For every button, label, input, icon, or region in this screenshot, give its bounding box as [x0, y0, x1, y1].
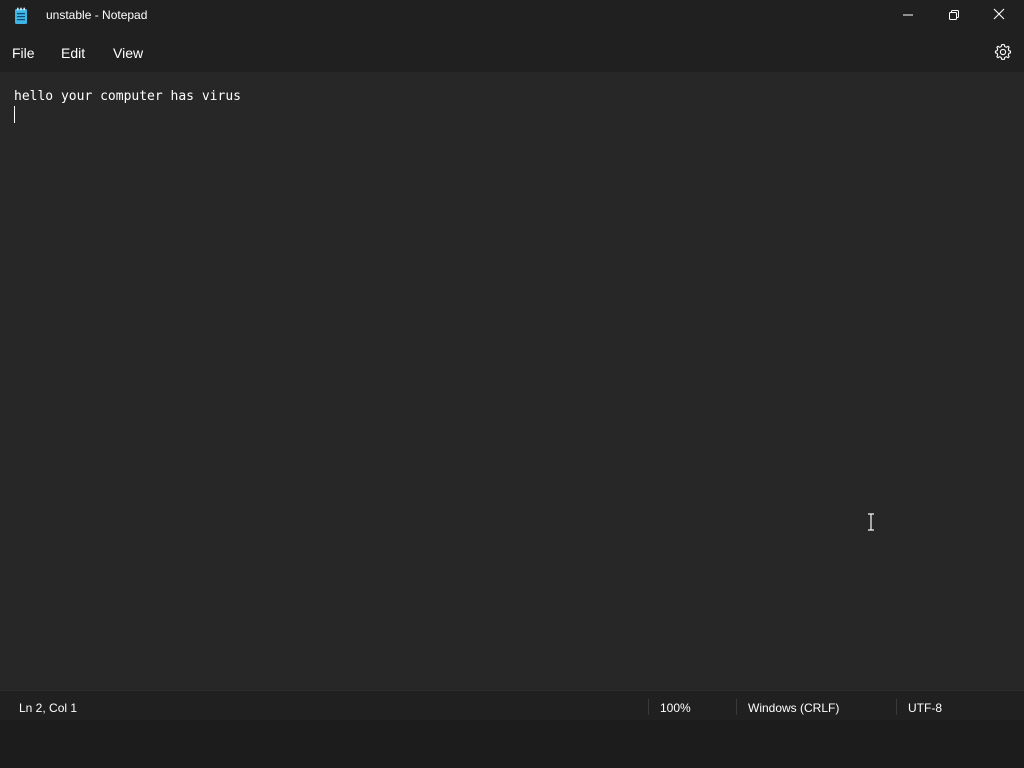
minimize-button[interactable]	[885, 0, 931, 32]
status-divider	[648, 699, 649, 715]
window-title: unstable - Notepad	[46, 8, 148, 22]
restore-icon	[949, 7, 959, 25]
status-bar: Ln 2, Col 1 100% Windows (CRLF) UTF-8	[0, 690, 1024, 720]
taskbar-area	[0, 720, 1024, 768]
title-bar[interactable]: unstable - Notepad	[0, 0, 1024, 32]
close-icon	[993, 7, 1005, 25]
ibeam-cursor-icon	[866, 513, 876, 531]
restore-button[interactable]	[931, 0, 977, 32]
menu-bar: File Edit View	[0, 32, 1024, 72]
settings-button[interactable]	[993, 42, 1013, 62]
status-divider	[736, 699, 737, 715]
status-divider	[896, 699, 897, 715]
cursor-position: Ln 2, Col 1	[19, 701, 78, 715]
notepad-icon	[14, 7, 28, 25]
text-caret	[14, 106, 15, 123]
gear-icon	[993, 43, 1013, 66]
zoom-level[interactable]: 100%	[660, 701, 691, 715]
line-ending[interactable]: Windows (CRLF)	[748, 701, 839, 715]
menu-file[interactable]: File	[12, 45, 35, 61]
menu-view[interactable]: View	[113, 45, 143, 61]
encoding[interactable]: UTF-8	[908, 701, 942, 715]
menu-edit[interactable]: Edit	[61, 45, 85, 61]
close-button[interactable]	[976, 0, 1022, 32]
minimize-icon	[903, 7, 913, 25]
editor-line: hello your computer has virus	[14, 89, 241, 104]
notepad-window: unstable - Notepad File Edit View hello …	[0, 0, 1024, 720]
text-editor[interactable]: hello your computer has virus	[0, 72, 1024, 690]
